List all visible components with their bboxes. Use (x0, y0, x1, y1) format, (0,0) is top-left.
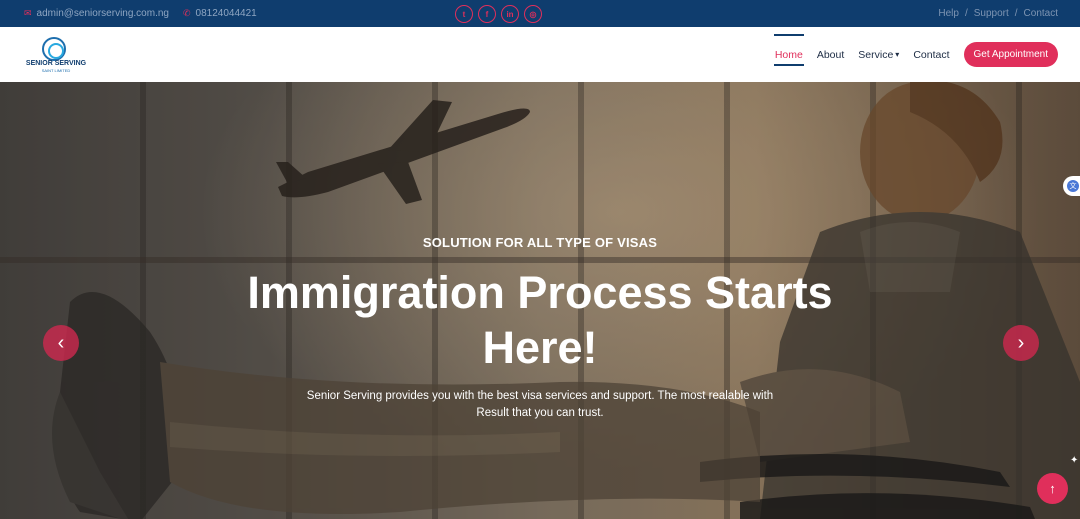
chevron-down-icon: ▾ (895, 50, 900, 59)
translate-icon: 文 (1067, 180, 1079, 192)
main-navbar: SENIOR SERVING SAINT LIMITED Home About … (0, 27, 1080, 82)
nav-contact[interactable]: Contact (913, 49, 949, 61)
phone-text: 08124044421 (195, 8, 257, 19)
slider-prev-button[interactable]: ‹ (43, 325, 79, 361)
instagram-icon[interactable]: ◎ (524, 5, 542, 23)
support-link[interactable]: Support (974, 8, 1009, 19)
sparkle-icon: ✦ (1070, 455, 1079, 466)
chevron-right-icon: › (1017, 331, 1025, 354)
scroll-to-top-button[interactable]: ↑ (1037, 473, 1068, 504)
linkedin-icon[interactable]: in (501, 5, 519, 23)
hero-description: Senior Serving provides you with the bes… (306, 390, 774, 419)
nav-menu: Home About Service ▾ Contact Get Appoint… (761, 27, 1058, 82)
envelope-icon: ✉ (24, 8, 32, 18)
arrow-up-icon: ↑ (1049, 481, 1056, 496)
contact-top-link[interactable]: Contact (1024, 8, 1058, 19)
get-appointment-button[interactable]: Get Appointment (963, 42, 1058, 67)
social-links: t f in ◎ (455, 5, 542, 23)
nav-service-label: Service (858, 48, 894, 61)
nav-home[interactable]: Home (773, 33, 804, 66)
separator: / (964, 8, 968, 19)
phone-link[interactable]: ✆ 08124044421 (183, 8, 257, 19)
nav-about[interactable]: About (817, 49, 844, 61)
slider-next-button[interactable]: › (1003, 325, 1039, 361)
brand-name: SENIOR SERVING (25, 60, 87, 67)
separator: / (1014, 8, 1018, 19)
contact-info: ✉ admin@seniorserving.com.ng ✆ 081240444… (24, 8, 257, 19)
email-text: admin@seniorserving.com.ng (36, 8, 169, 19)
chevron-left-icon: ‹ (57, 331, 65, 354)
side-widget[interactable]: 文 (1063, 176, 1080, 196)
hero-slider: SOLUTION FOR ALL TYPE OF VISAS Immigrati… (0, 82, 1080, 519)
brand-logo[interactable]: SENIOR SERVING SAINT LIMITED (22, 35, 90, 75)
phone-icon: ✆ (182, 8, 191, 18)
hero-kicker: SOLUTION FOR ALL TYPE OF VISAS (422, 235, 658, 250)
utility-links: Help / Support / Contact (938, 8, 1058, 19)
logo-mark-icon (42, 37, 66, 61)
twitter-icon[interactable]: t (455, 5, 473, 23)
facebook-icon[interactable]: f (478, 5, 496, 23)
nav-service[interactable]: Service ▾ (858, 49, 899, 61)
email-link[interactable]: ✉ admin@seniorserving.com.ng (24, 8, 169, 19)
hero-headline: Immigration Process Starts Here! (247, 267, 833, 373)
brand-subtitle: SAINT LIMITED (41, 68, 71, 73)
help-link[interactable]: Help (938, 8, 959, 19)
top-bar: ✉ admin@seniorserving.com.ng ✆ 081240444… (0, 0, 1080, 27)
